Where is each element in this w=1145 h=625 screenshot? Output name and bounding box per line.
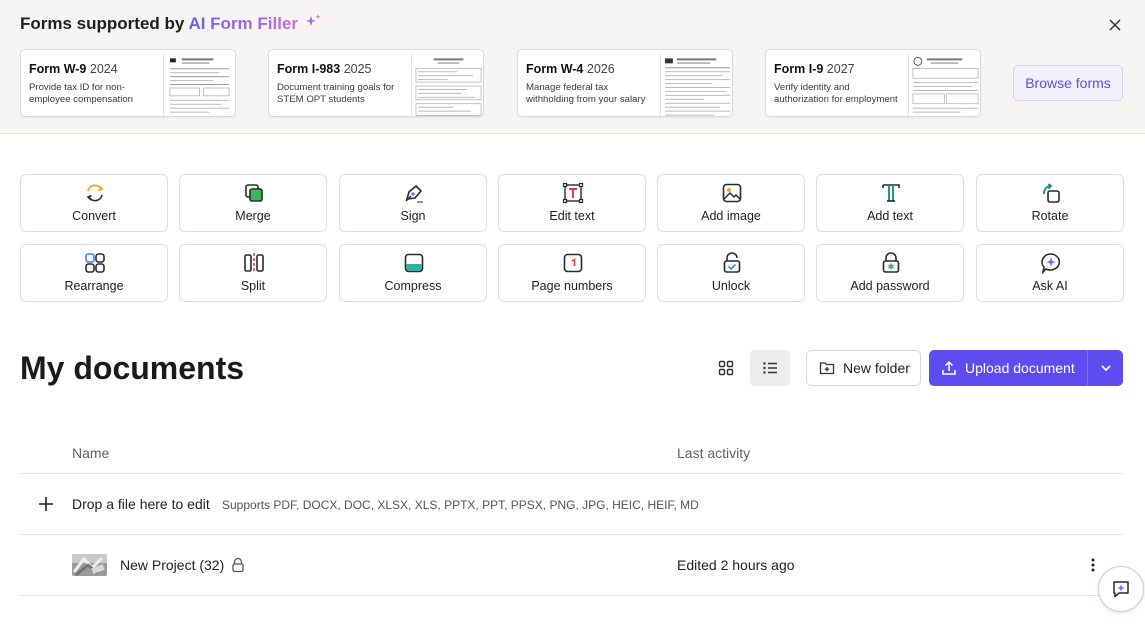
tool-page-numbers[interactable]: Page numbers [498, 244, 646, 302]
form-card-i9[interactable]: Form I-9 2027 Verify identity and author… [765, 49, 981, 117]
tool-add-image[interactable]: Add image [657, 174, 805, 232]
tool-label: Convert [72, 209, 116, 223]
lock-icon [232, 557, 244, 573]
tool-label: Unlock [711, 279, 751, 293]
tool-convert[interactable]: Convert [20, 174, 168, 232]
document-name[interactable]: New Project (32) [120, 557, 224, 573]
tool-rotate[interactable]: Rotate [976, 174, 1124, 232]
tool-edit-text[interactable]: Edit text [498, 174, 646, 232]
tool-label: Page numbers [531, 279, 613, 293]
divider [20, 534, 1123, 535]
ai-chat-icon [1113, 581, 1129, 598]
plus-icon[interactable] [36, 494, 56, 514]
brand-name: AI Form Filler [188, 14, 299, 33]
form-card-w9[interactable]: Form W-9 2024 Provide tax ID for non-emp… [20, 49, 236, 117]
folder-plus-icon [819, 362, 835, 375]
merge-icon [243, 182, 265, 204]
tool-merge[interactable]: Merge [179, 174, 327, 232]
column-header-last-activity[interactable]: Last activity [677, 445, 750, 461]
edit-text-icon [562, 182, 584, 204]
tool-label: Sign [400, 209, 426, 223]
form-year: 2026 [586, 62, 615, 76]
document-last-activity: Edited 2 hours ago [677, 557, 795, 573]
form-name: Form I-983 [277, 62, 341, 76]
pen-icon [403, 182, 425, 204]
chat-assistant-button[interactable] [1098, 566, 1144, 612]
convert-icon [84, 182, 106, 204]
form-description: Document training goals for STEM OPT stu… [277, 82, 395, 105]
tool-label: Rotate [1031, 209, 1069, 223]
tool-label: Ask AI [1032, 279, 1068, 293]
upload-label: Upload document [965, 360, 1075, 376]
divider [20, 473, 1123, 474]
upload-options-button[interactable] [1087, 350, 1123, 386]
tool-ask-ai[interactable]: Ask AI [976, 244, 1124, 302]
tool-label: Compress [384, 279, 442, 293]
forms-banner: Forms supported by AI Form Filler Form W… [0, 0, 1145, 134]
column-header-name[interactable]: Name [72, 445, 109, 461]
drop-zone-text[interactable]: Drop a file here to edit [72, 496, 210, 512]
form-description: Provide tax ID for non-employee compensa… [29, 82, 133, 105]
grid-icon [84, 252, 106, 274]
tool-split[interactable]: Split [179, 244, 327, 302]
sparkle-icon [305, 14, 321, 26]
document-thumbnail [72, 554, 107, 576]
form-description: Verify identity and authorization for em… [774, 82, 898, 105]
page-title: My documents [20, 350, 245, 386]
upload-document-button[interactable]: Upload document [929, 350, 1087, 386]
rotate-icon [1040, 182, 1062, 204]
form-year: 2027 [826, 62, 855, 76]
divider [20, 595, 1123, 596]
tool-label: Add password [850, 279, 930, 293]
page-number-icon [562, 252, 584, 274]
form-year: 2025 [343, 62, 372, 76]
form-year: 2024 [89, 62, 118, 76]
upload-icon [942, 360, 956, 375]
new-folder-label: New folder [843, 360, 910, 376]
form-thumbnail [411, 54, 483, 116]
tool-sign[interactable]: Sign [339, 174, 487, 232]
list-view-button[interactable] [750, 350, 790, 386]
text-icon [880, 182, 902, 204]
form-name: Form I-9 [774, 62, 824, 76]
close-icon[interactable] [1104, 14, 1126, 36]
compress-icon [403, 252, 425, 274]
tool-compress[interactable]: Compress [339, 244, 487, 302]
browse-forms-button[interactable]: Browse forms [1013, 65, 1123, 101]
form-thumbnail [163, 54, 235, 116]
grid-view-icon [718, 360, 734, 376]
form-thumbnail [908, 54, 980, 116]
form-card-w4[interactable]: Form W-4 2026 Manage federal tax withhol… [517, 49, 733, 117]
tool-unlock[interactable]: Unlock [657, 244, 805, 302]
ai-chat-icon [1040, 252, 1062, 274]
tool-add-password[interactable]: Add password [816, 244, 964, 302]
split-icon [243, 252, 265, 274]
password-lock-icon [880, 252, 902, 274]
tool-label: Rearrange [64, 279, 124, 293]
more-options-icon[interactable] [1083, 555, 1103, 575]
chevron-down-icon [1100, 365, 1111, 372]
tool-label: Merge [235, 209, 271, 223]
tool-label: Edit text [549, 209, 595, 223]
unlock-icon [721, 252, 743, 274]
tool-rearrange[interactable]: Rearrange [20, 244, 168, 302]
image-icon [721, 182, 743, 204]
new-folder-button[interactable]: New folder [806, 350, 921, 386]
tool-label: Split [240, 279, 266, 293]
form-description: Manage federal tax withholding from your… [526, 82, 646, 105]
grid-view-button[interactable] [706, 350, 746, 386]
form-card-i983[interactable]: Form I-983 2025 Document training goals … [268, 49, 484, 117]
supported-formats: Supports PDF, DOCX, DOC, XLSX, XLS, PPTX… [222, 498, 699, 512]
banner-title: Forms supported by AI Form Filler [20, 14, 323, 34]
form-name: Form W-9 [29, 62, 87, 76]
tool-add-text[interactable]: Add text [816, 174, 964, 232]
tool-label: Add image [701, 209, 761, 223]
tool-label: Add text [867, 209, 913, 223]
form-name: Form W-4 [526, 62, 584, 76]
form-thumbnail [660, 54, 732, 116]
list-view-icon [763, 362, 777, 374]
